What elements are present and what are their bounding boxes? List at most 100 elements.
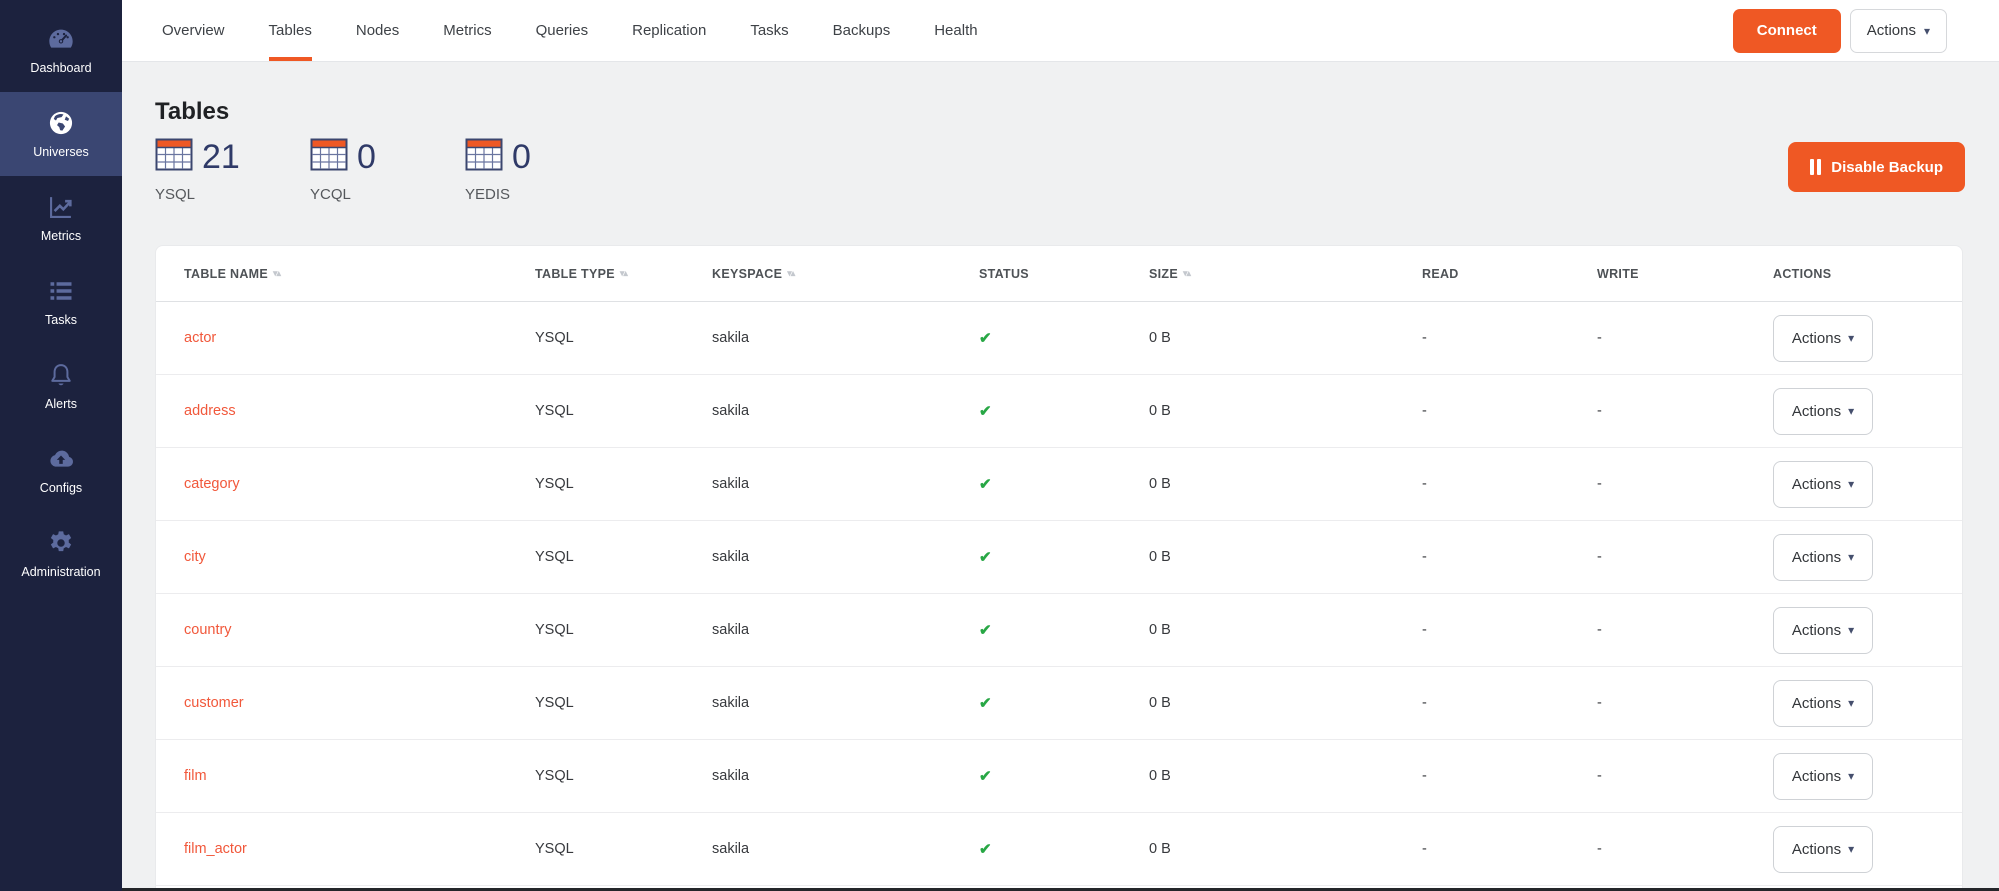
sidebar-item-metrics[interactable]: Metrics [0,176,122,260]
keyspace-cell: sakila [712,549,979,565]
table-name-link[interactable]: customer [184,695,535,711]
chevron-down-icon: ▾ [1848,624,1854,636]
read-cell: - [1422,695,1597,711]
table-grid-icon [310,138,348,176]
write-cell: - [1597,476,1773,492]
stat-label: YEDIS [465,186,580,203]
tab-tables[interactable]: Tables [269,0,312,61]
tab-label: Health [934,22,977,39]
sidebar-item-tasks[interactable]: Tasks [0,260,122,344]
table-name-link[interactable]: country [184,622,535,638]
tab-metrics[interactable]: Metrics [443,0,491,61]
row-actions-button[interactable]: Actions ▾ [1773,388,1873,435]
tab-health[interactable]: Health [934,0,977,61]
sidebar-item-configs[interactable]: Configs [0,428,122,512]
sidebar-item-universes[interactable]: Universes [0,92,122,176]
row-actions-button[interactable]: Actions ▾ [1773,607,1873,654]
table-row: film YSQL sakila 0 B - - Actions ▾ [156,740,1962,813]
column-header-label: ACTIONS [1773,267,1831,281]
table-count-stats: 21 YSQL 0 YCQL 0 YEDIS [155,138,580,203]
read-cell: - [1422,476,1597,492]
sidebar-item-label: Administration [21,565,100,579]
stat-ycql: 0 YCQL [310,138,425,203]
sidebar-item-label: Universes [33,145,89,159]
stat-label: YCQL [310,186,425,203]
table-name-link[interactable]: city [184,549,535,565]
nav-buttons: Connect Actions ▾ [1733,9,1999,53]
connect-button[interactable]: Connect [1733,9,1841,53]
table-name-link[interactable]: address [184,403,535,419]
read-cell: - [1422,330,1597,346]
keyspace-cell: sakila [712,330,979,346]
stat-value: 21 [202,140,240,174]
stat-value: 0 [357,140,376,174]
tab-overview[interactable]: Overview [162,0,225,61]
sort-carets-icon [273,268,280,279]
row-actions-button[interactable]: Actions ▾ [1773,534,1873,581]
row-actions-label: Actions [1792,622,1841,639]
administration-icon [47,529,75,557]
tab-label: Nodes [356,22,399,39]
tab-label: Tables [269,22,312,39]
column-header-table-type[interactable]: TABLE TYPE [535,267,712,281]
row-actions-button[interactable]: Actions ▾ [1773,680,1873,727]
chevron-down-icon: ▾ [1848,843,1854,855]
sort-carets-icon [1183,268,1190,279]
write-cell: - [1597,841,1773,857]
row-actions-button[interactable]: Actions ▾ [1773,315,1873,362]
keyspace-cell: sakila [712,841,979,857]
table-name-link[interactable]: actor [184,330,535,346]
table-name-link[interactable]: film [184,768,535,784]
sidebar-item-administration[interactable]: Administration [0,512,122,596]
column-header-table-name[interactable]: TABLE NAME [184,267,535,281]
chevron-down-icon: ▾ [1848,405,1854,417]
keyspace-cell: sakila [712,403,979,419]
column-header-size[interactable]: SIZE [1149,267,1422,281]
table-type-cell: YSQL [535,549,712,565]
page-title: Tables [155,98,229,126]
chevron-down-icon: ▾ [1848,697,1854,709]
tab-nodes[interactable]: Nodes [356,0,399,61]
column-header-label: STATUS [979,267,1029,281]
row-actions-button[interactable]: Actions ▾ [1773,753,1873,800]
sidebar-item-label: Dashboard [30,61,91,75]
table-type-cell: YSQL [535,403,712,419]
disable-backup-button[interactable]: Disable Backup [1788,142,1965,192]
size-cell: 0 B [1149,549,1422,565]
chevron-down-icon: ▾ [1848,478,1854,490]
keyspace-cell: sakila [712,768,979,784]
status-check-icon [979,329,1149,347]
table-header-row: TABLE NAME TABLE TYPE KEYSPACE STATUS SI… [156,246,1962,302]
row-actions-label: Actions [1792,768,1841,785]
tab-tasks[interactable]: Tasks [750,0,788,61]
tab-replication[interactable]: Replication [632,0,706,61]
status-check-icon [979,694,1149,712]
write-cell: - [1597,549,1773,565]
universe-actions-button[interactable]: Actions ▾ [1850,9,1947,53]
tab-label: Overview [162,22,225,39]
sidebar-item-dashboard[interactable]: Dashboard [0,8,122,92]
size-cell: 0 B [1149,695,1422,711]
table-type-cell: YSQL [535,476,712,492]
table-name-link[interactable]: category [184,476,535,492]
stat-ysql: 21 YSQL [155,138,270,203]
tables-card: TABLE NAME TABLE TYPE KEYSPACE STATUS SI… [155,245,1963,891]
read-cell: - [1422,768,1597,784]
table-row: address YSQL sakila 0 B - - Actions ▾ [156,375,1962,448]
column-header-keyspace[interactable]: KEYSPACE [712,267,979,281]
table-type-cell: YSQL [535,768,712,784]
sidebar-item-alerts[interactable]: Alerts [0,344,122,428]
tab-backups[interactable]: Backups [833,0,891,61]
table-grid-icon [465,138,503,176]
table-name-link[interactable]: film_actor [184,841,535,857]
tab-queries[interactable]: Queries [536,0,589,61]
configs-icon [47,445,75,473]
column-header-label: TABLE TYPE [535,267,615,281]
tab-label: Backups [833,22,891,39]
stat-value: 0 [512,140,531,174]
row-actions-button[interactable]: Actions ▾ [1773,461,1873,508]
sidebar-item-label: Alerts [45,397,77,411]
sidebar-item-label: Metrics [41,229,81,243]
row-actions-label: Actions [1792,695,1841,712]
row-actions-button[interactable]: Actions ▾ [1773,826,1873,873]
